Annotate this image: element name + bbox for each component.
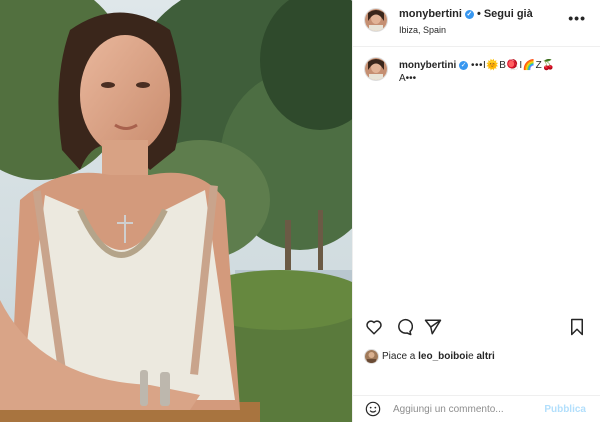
post-photo[interactable] [0, 0, 352, 422]
author-username[interactable]: monybertini [399, 8, 462, 20]
caption-verified-badge-icon: ✓ [459, 61, 469, 70]
post-side-panel: monybertini ✓ • Segui già Ibiza, Spain ••• … [352, 0, 600, 422]
bookmark-icon[interactable] [568, 318, 586, 336]
author-avatar[interactable] [365, 9, 387, 31]
paper-plane-icon[interactable] [424, 318, 442, 336]
caption-username[interactable]: monybertini [399, 60, 456, 71]
comment-icon[interactable] [395, 318, 413, 336]
likes-others-link[interactable]: altri [476, 351, 494, 362]
publish-button[interactable]: Pubblica [544, 404, 586, 415]
following-button[interactable]: Segui già [484, 8, 533, 20]
comment-bar: Pubblica [353, 395, 600, 422]
caption-continuation: A••• [399, 73, 417, 84]
caption-text: monybertini ✓ •••I🌞B🪀I🌈Z🍒 A••• [399, 59, 589, 85]
post-actions [353, 318, 600, 342]
post-photo-illustration [0, 0, 352, 422]
smiley-icon[interactable] [365, 401, 381, 417]
author-line: monybertini ✓ • Segui già [399, 8, 533, 20]
more-options-icon[interactable]: ••• [568, 10, 586, 26]
caption-author-avatar[interactable] [365, 58, 387, 80]
caption-body: •••I🌞B🪀I🌈Z🍒 [471, 60, 556, 71]
verified-badge-icon: ✓ [464, 10, 474, 19]
post-header: monybertini ✓ • Segui già Ibiza, Spain ••• [353, 0, 600, 47]
liker-avatar[interactable] [365, 350, 378, 363]
likes-summary: Piace a leo_boiboi e altri [365, 350, 495, 363]
heart-icon[interactable] [365, 318, 383, 336]
separator-dot: • [476, 8, 481, 20]
comment-input[interactable] [393, 401, 543, 417]
likes-prefix: Piace a [382, 351, 416, 362]
likes-conjunction: e [468, 351, 474, 362]
liker-username[interactable]: leo_boiboi [418, 351, 468, 362]
post-location[interactable]: Ibiza, Spain [399, 25, 446, 35]
